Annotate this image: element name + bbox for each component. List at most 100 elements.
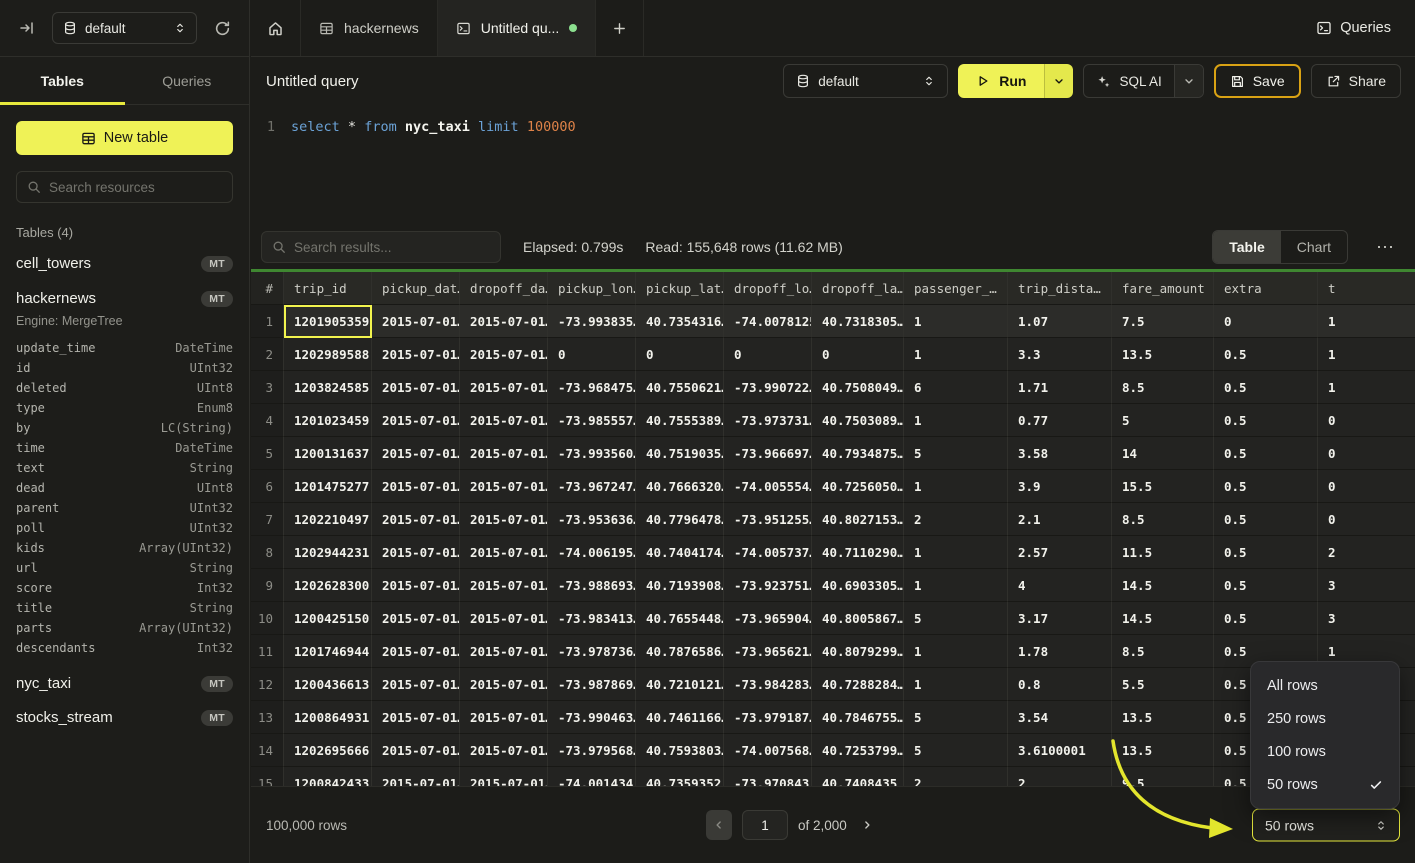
table-cell[interactable]: 8.5 <box>1112 503 1214 536</box>
column-header[interactable]: pickup_lon… <box>548 272 636 305</box>
search-results-input[interactable] <box>294 240 490 255</box>
sidebar-table-cell-towers[interactable]: cell_towers MT <box>16 255 233 272</box>
table-cell[interactable]: 2015-07-01… <box>372 602 460 635</box>
table-cell[interactable]: 2015-07-01… <box>460 503 548 536</box>
table-cell[interactable]: 1 <box>904 470 1008 503</box>
table-cell[interactable]: 2015-07-01… <box>372 404 460 437</box>
table-cell[interactable]: 1 <box>904 404 1008 437</box>
table-cell[interactable]: 3.54 <box>1008 701 1112 734</box>
table-cell[interactable]: 8.5 <box>1112 635 1214 668</box>
table-cell[interactable]: 2015-07-01… <box>460 305 548 338</box>
table-cell[interactable]: 2 <box>1318 536 1415 569</box>
column-header[interactable]: dropoff_da… <box>460 272 548 305</box>
table-cell[interactable]: 1202695666 <box>284 734 372 767</box>
table-cell[interactable]: 0.5 <box>1214 437 1318 470</box>
table-cell[interactable]: 2015-07-01… <box>460 701 548 734</box>
table-cell[interactable]: 0 <box>1318 503 1415 536</box>
table-cell[interactable]: 3.3 <box>1008 338 1112 371</box>
table-cell[interactable]: 3.17 <box>1008 602 1112 635</box>
table-cell[interactable]: 2015-07-01… <box>372 371 460 404</box>
query-database-selector[interactable]: default <box>783 64 948 98</box>
table-cell[interactable]: 5 <box>1112 404 1214 437</box>
table-cell[interactable]: 1 <box>1318 338 1415 371</box>
table-cell[interactable]: 2015-07-01… <box>372 305 460 338</box>
search-resources-input[interactable] <box>49 180 222 195</box>
sidebar-table-nyc-taxi[interactable]: nyc_taxi MT <box>16 675 233 692</box>
database-selector[interactable]: default <box>52 12 197 44</box>
table-cell[interactable]: 40.7359352 <box>636 767 724 786</box>
table-cell[interactable]: 1.78 <box>1008 635 1112 668</box>
table-cell[interactable]: -73.973731… <box>724 404 812 437</box>
row-number-cell[interactable]: 14 <box>251 734 284 767</box>
table-cell[interactable]: 40.7555389… <box>636 404 724 437</box>
table-cell[interactable]: 15.5 <box>1112 470 1214 503</box>
column-header[interactable]: fare_amount <box>1112 272 1214 305</box>
table-cell[interactable]: 2015-07-01… <box>460 437 548 470</box>
tab-home[interactable] <box>251 0 301 56</box>
table-cell[interactable]: 0 <box>724 338 812 371</box>
more-options-icon[interactable]: ⋯ <box>1370 237 1401 258</box>
table-cell[interactable]: 1 <box>904 338 1008 371</box>
table-cell[interactable]: -73.990722… <box>724 371 812 404</box>
table-cell[interactable]: 0.5 <box>1214 503 1318 536</box>
row-number-cell[interactable]: 12 <box>251 668 284 701</box>
table-cell[interactable]: 3.6100001 <box>1008 734 1112 767</box>
new-tab-button[interactable] <box>596 0 644 56</box>
tab-untitled-query[interactable]: Untitled qu... <box>438 0 597 56</box>
table-cell[interactable]: 0.5 <box>1214 602 1318 635</box>
sidebar-tab-queries[interactable]: Queries <box>125 57 250 104</box>
sql-ai-options-caret[interactable] <box>1174 65 1203 97</box>
column-header[interactable]: dropoff_lo… <box>724 272 812 305</box>
table-cell[interactable]: 2.57 <box>1008 536 1112 569</box>
table-cell[interactable]: 40.7503089… <box>812 404 904 437</box>
table-cell[interactable]: -73.987869… <box>548 668 636 701</box>
table-cell[interactable]: 40.7461166… <box>636 701 724 734</box>
table-cell[interactable]: 2015-07-01… <box>372 701 460 734</box>
refresh-icon[interactable] <box>209 15 235 41</box>
table-cell[interactable]: -73.968475… <box>548 371 636 404</box>
queries-panel-button[interactable]: Queries <box>1292 0 1415 56</box>
table-cell[interactable]: 5 <box>904 437 1008 470</box>
table-cell[interactable]: 0 <box>1318 437 1415 470</box>
table-cell[interactable]: 40.7404174… <box>636 536 724 569</box>
sql-editor[interactable]: 1 select * from nyc_taxi limit 100000 <box>251 105 1415 225</box>
table-cell[interactable]: 2015-07-01… <box>460 536 548 569</box>
row-number-cell[interactable]: 3 <box>251 371 284 404</box>
table-cell[interactable]: 2015-07-01… <box>460 338 548 371</box>
table-cell[interactable]: 14 <box>1112 437 1214 470</box>
table-cell[interactable]: 2.1 <box>1008 503 1112 536</box>
next-page-button[interactable] <box>857 815 877 835</box>
table-cell[interactable]: 1200425150 <box>284 602 372 635</box>
column-header[interactable]: t <box>1318 272 1415 305</box>
table-cell[interactable]: 1.07 <box>1008 305 1112 338</box>
table-cell[interactable]: 2 <box>1008 767 1112 786</box>
row-number-cell[interactable]: 10 <box>251 602 284 635</box>
table-cell[interactable]: 0.5 <box>1214 536 1318 569</box>
run-button[interactable]: Run <box>958 64 1044 98</box>
table-cell[interactable]: 9.5 <box>1112 767 1214 786</box>
table-cell[interactable]: 4 <box>1008 569 1112 602</box>
table-cell[interactable]: 3 <box>1318 569 1415 602</box>
share-button[interactable]: Share <box>1311 64 1401 98</box>
table-cell[interactable]: 0 <box>636 338 724 371</box>
table-cell[interactable]: -74.0078125 <box>724 305 812 338</box>
table-cell[interactable]: 0.77 <box>1008 404 1112 437</box>
table-cell[interactable]: -73.988693… <box>548 569 636 602</box>
table-cell[interactable]: 40.7210121… <box>636 668 724 701</box>
table-cell[interactable]: -73.951255… <box>724 503 812 536</box>
column-header[interactable]: trip_id <box>284 272 372 305</box>
table-cell[interactable]: 40.7110290… <box>812 536 904 569</box>
view-toggle-table[interactable]: Table <box>1213 231 1281 263</box>
table-cell[interactable]: 0 <box>548 338 636 371</box>
column-header[interactable]: dropoff_la… <box>812 272 904 305</box>
table-cell[interactable]: 5 <box>904 602 1008 635</box>
table-cell[interactable]: 2015-07-01… <box>460 404 548 437</box>
rows-menu-item[interactable]: All rows <box>1251 669 1399 702</box>
row-number-cell[interactable]: 15 <box>251 767 284 786</box>
table-cell[interactable]: 0 <box>1318 404 1415 437</box>
column-header[interactable]: # <box>251 272 284 305</box>
table-cell[interactable]: 7.5 <box>1112 305 1214 338</box>
table-cell[interactable]: 40.7318305… <box>812 305 904 338</box>
table-cell[interactable]: 40.7193908… <box>636 569 724 602</box>
table-cell[interactable]: 2015-07-01… <box>460 470 548 503</box>
